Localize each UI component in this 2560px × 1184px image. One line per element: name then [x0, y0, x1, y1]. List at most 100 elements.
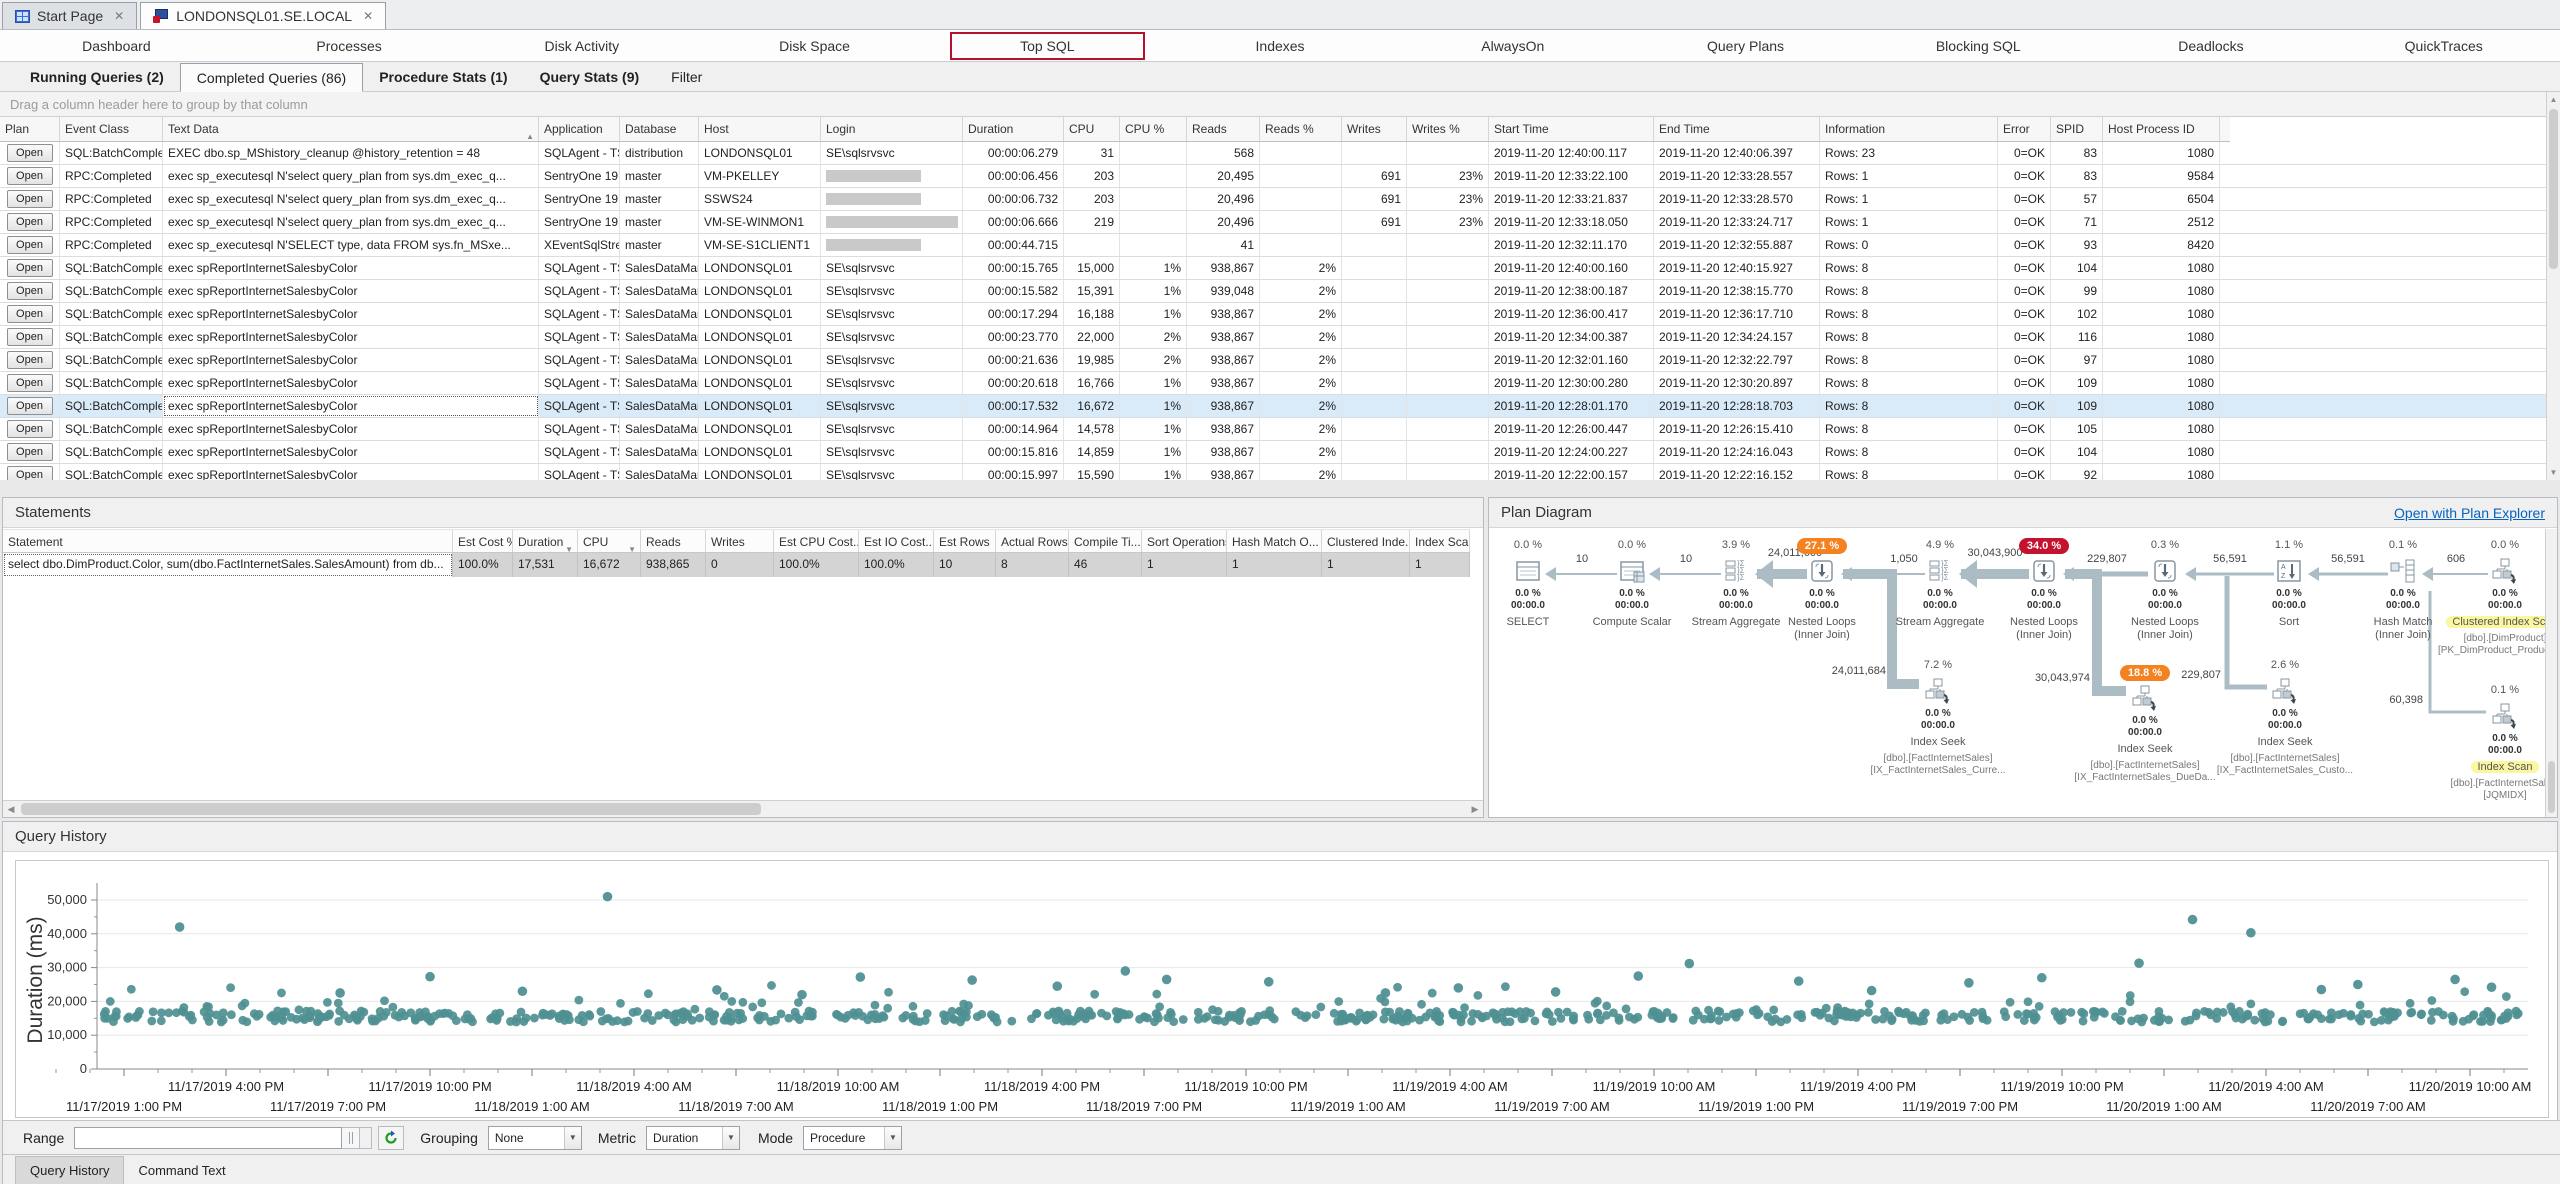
column-header-event-class[interactable]: Event Class [60, 117, 163, 141]
subtab-running-queries-2-[interactable]: Running Queries (2) [14, 63, 180, 91]
open-plan-button[interactable]: Open [7, 351, 53, 369]
statements-column-cpu[interactable]: CPU▼ [578, 530, 641, 552]
column-header-duration[interactable]: Duration [963, 117, 1064, 141]
table-row[interactable]: OpenSQL:BatchCompletedexec spReportInter… [0, 280, 2560, 303]
range-input[interactable] [74, 1127, 342, 1149]
table-row[interactable]: OpenRPC:Completedexec sp_executesql N'se… [0, 188, 2560, 211]
subtab-filter[interactable]: Filter [655, 63, 718, 91]
refresh-button[interactable] [378, 1126, 404, 1150]
table-row[interactable]: OpenSQL:BatchCompletedexec spReportInter… [0, 464, 2560, 480]
statements-column-duration[interactable]: Duration▼ [513, 530, 578, 552]
table-row[interactable]: OpenSQL:BatchCompletedEXEC dbo.sp_MShist… [0, 142, 2560, 165]
table-row[interactable]: OpenSQL:BatchCompletedexec spReportInter… [0, 441, 2560, 464]
statements-column-est-cpu-cost-[interactable]: Est CPU Cost... [774, 530, 859, 552]
open-plan-button[interactable]: Open [7, 167, 53, 185]
plan-node-index-scan[interactable]: 0.1 %0.0 %00:00.0Index Scan[dbo].[FactIn… [2430, 683, 2546, 802]
statements-column-hash-match-o-[interactable]: Hash Match O... [1227, 530, 1322, 552]
open-plan-button[interactable]: Open [7, 259, 53, 277]
open-plan-button[interactable]: Open [7, 328, 53, 346]
table-row[interactable]: OpenSQL:BatchCompletedexec spReportInter… [0, 303, 2560, 326]
open-plan-button[interactable]: Open [7, 374, 53, 392]
table-row[interactable]: OpenSQL:BatchCompletedexec spReportInter… [0, 349, 2560, 372]
statements-horizontal-scrollbar[interactable]: ◀ ▶ [3, 800, 1483, 817]
nav-item-dashboard[interactable]: Dashboard [0, 34, 233, 58]
table-row[interactable]: OpenRPC:Completedexec sp_executesql N'SE… [0, 234, 2560, 257]
chevron-down-icon[interactable]: ▼ [884, 1127, 901, 1149]
open-plan-button[interactable]: Open [7, 213, 53, 231]
column-header-end-time[interactable]: End Time [1654, 117, 1820, 141]
statements-column-clustered-inde-[interactable]: Clustered Inde... [1322, 530, 1410, 552]
statements-column-index-scan-c-[interactable]: Index Scan C... [1410, 530, 1470, 552]
metric-dropdown[interactable]: Duration ▼ [646, 1126, 740, 1150]
column-header-application[interactable]: Application [539, 117, 620, 141]
open-plan-button[interactable]: Open [7, 190, 53, 208]
nav-item-top-sql[interactable]: Top SQL [931, 32, 1164, 60]
table-row[interactable]: OpenSQL:BatchCompletedexec spReportInter… [0, 395, 2560, 418]
table-row[interactable]: OpenRPC:Completedexec sp_executesql N'se… [0, 165, 2560, 188]
chevron-down-icon[interactable]: ▼ [722, 1127, 739, 1149]
open-plan-button[interactable]: Open [7, 420, 53, 438]
bottom-tab-query-history[interactable]: Query History [15, 1156, 124, 1184]
table-row[interactable]: OpenRPC:Completedexec sp_executesql N'se… [0, 211, 2560, 234]
scroll-right-arrow[interactable]: ▶ [1467, 801, 1483, 817]
column-header-text-data[interactable]: Text Data▲ [163, 117, 539, 141]
open-with-plan-explorer-link[interactable]: Open with Plan Explorer [2394, 498, 2545, 527]
column-header-plan[interactable]: Plan [0, 117, 60, 141]
scroll-thumb[interactable] [21, 803, 761, 815]
close-icon[interactable]: ✕ [363, 9, 373, 23]
statements-column-est-cost-[interactable]: Est Cost % [453, 530, 513, 552]
nav-item-quicktraces[interactable]: QuickTraces [2327, 34, 2560, 58]
column-header-login[interactable]: Login [821, 117, 963, 141]
scroll-left-arrow[interactable]: ◀ [3, 801, 19, 817]
statements-column-writes[interactable]: Writes [706, 530, 774, 552]
group-by-hint[interactable]: Drag a column header here to group by th… [0, 92, 2546, 117]
nav-item-blocking-sql[interactable]: Blocking SQL [1862, 34, 2095, 58]
scroll-up-arrow[interactable]: ▲ [2547, 92, 2560, 107]
nav-item-disk-activity[interactable]: Disk Activity [465, 34, 698, 58]
statements-column-compile-ti-[interactable]: Compile Ti... [1069, 530, 1142, 552]
statements-column-actual-rows[interactable]: Actual Rows [996, 530, 1069, 552]
open-plan-button[interactable]: Open [7, 466, 53, 480]
plan-vertical-scrollbar[interactable] [2545, 529, 2557, 817]
column-header-reads-[interactable]: Reads % [1260, 117, 1342, 141]
scroll-down-arrow[interactable]: ▼ [2547, 465, 2560, 480]
open-plan-button[interactable]: Open [7, 236, 53, 254]
column-header-error[interactable]: Error [1998, 117, 2051, 141]
column-header-host-process-id[interactable]: Host Process ID [2103, 117, 2220, 141]
nav-item-disk-space[interactable]: Disk Space [698, 34, 931, 58]
statements-column-est-io-cost-[interactable]: Est IO Cost... [859, 530, 934, 552]
column-header-cpu-[interactable]: CPU % [1120, 117, 1187, 141]
column-header-start-time[interactable]: Start Time [1489, 117, 1654, 141]
grouping-dropdown[interactable]: None ▼ [488, 1126, 582, 1150]
bottom-tab-command-text[interactable]: Command Text [124, 1157, 239, 1184]
nav-item-query-plans[interactable]: Query Plans [1629, 34, 1862, 58]
statements-column-sort-operations[interactable]: Sort Operations [1142, 530, 1227, 552]
statements-row[interactable]: select dbo.DimProduct.Color, sum(dbo.Fac… [3, 553, 1470, 577]
statements-column-est-rows[interactable]: Est Rows [934, 530, 996, 552]
column-header-writes-[interactable]: Writes % [1407, 117, 1489, 141]
table-row[interactable]: OpenSQL:BatchCompletedexec spReportInter… [0, 418, 2560, 441]
query-history-chart[interactable]: 010,00020,00030,00040,00050,000Duration … [15, 860, 2549, 1118]
nav-item-alwayson[interactable]: AlwaysOn [1396, 34, 1629, 58]
close-icon[interactable]: ✕ [114, 9, 124, 23]
scroll-thumb[interactable] [2548, 761, 2555, 813]
subtab-query-stats-9-[interactable]: Query Stats (9) [524, 63, 656, 91]
plan-node-clustered-index-scan[interactable]: 0.0 %0.0 %00:00.0Clustered Index Scan[db… [2430, 538, 2546, 657]
open-plan-button[interactable]: Open [7, 282, 53, 300]
subtab-completed-queries-86-[interactable]: Completed Queries (86) [180, 63, 363, 92]
open-plan-button[interactable]: Open [7, 144, 53, 162]
nav-item-deadlocks[interactable]: Deadlocks [2095, 34, 2328, 58]
subtab-procedure-stats-1-[interactable]: Procedure Stats (1) [363, 63, 523, 91]
grid-vertical-scrollbar[interactable]: ▲ ▼ [2546, 92, 2560, 480]
nav-item-indexes[interactable]: Indexes [1164, 34, 1397, 58]
statements-column-statement[interactable]: Statement [3, 530, 453, 552]
window-tab-londonsql01-se-local[interactable]: LONDONSQL01.SE.LOCAL✕ [140, 2, 386, 29]
table-row[interactable]: OpenSQL:BatchCompletedexec spReportInter… [0, 372, 2560, 395]
open-plan-button[interactable]: Open [7, 397, 53, 415]
range-resize-grip[interactable] [342, 1127, 360, 1149]
column-header-host[interactable]: Host [699, 117, 821, 141]
window-tab-start-page[interactable]: Start Page✕ [2, 2, 137, 29]
column-header-writes[interactable]: Writes [1342, 117, 1407, 141]
column-header-reads[interactable]: Reads [1187, 117, 1260, 141]
plan-node-index-seek[interactable]: 2.6 %0.0 %00:00.0Index Seek[dbo].[FactIn… [2210, 658, 2360, 777]
